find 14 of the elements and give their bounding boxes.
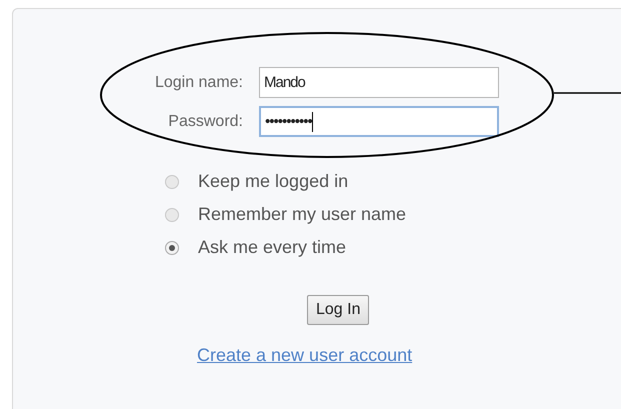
input-field[interactable]: Mando: [259, 67, 499, 98]
leader-line: [554, 92, 621, 94]
text-caret: [312, 112, 314, 132]
radio-button[interactable]: [165, 240, 179, 254]
field-label: Password:: [167, 112, 244, 130]
option-label: Ask me every time: [198, 237, 346, 258]
radio-button[interactable]: [165, 208, 179, 222]
log-in-button[interactable]: Log In: [307, 295, 370, 325]
option-label: Keep me logged in: [198, 171, 348, 192]
input-field[interactable]: •••••••••••: [259, 106, 499, 137]
create-account-link[interactable]: Create a new user account: [197, 345, 412, 365]
field-label: Login name:: [154, 74, 244, 92]
radio-button[interactable]: [165, 174, 179, 188]
option-label: Remember my user name: [198, 204, 406, 225]
